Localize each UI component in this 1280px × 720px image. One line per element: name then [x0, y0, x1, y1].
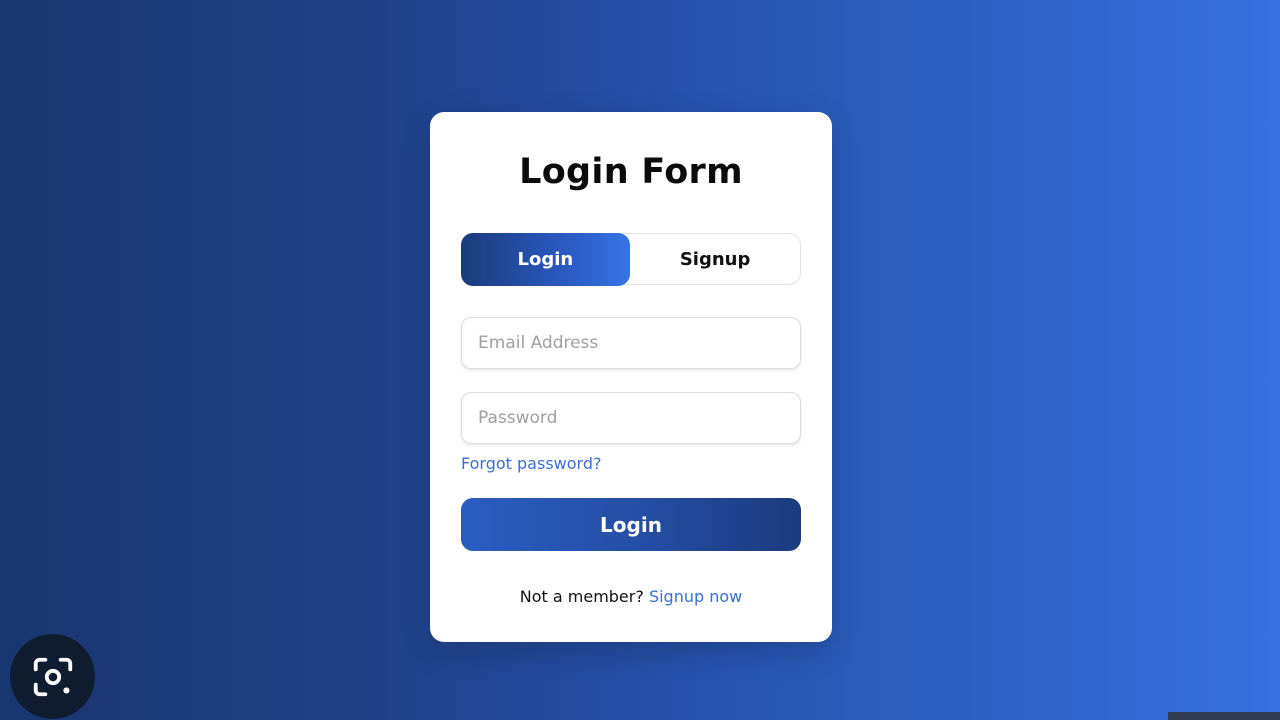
login-card: Login Form Login Signup Forgot password?…: [430, 112, 832, 642]
signup-now-link[interactable]: Signup now: [649, 587, 742, 606]
login-submit-button[interactable]: Login: [461, 498, 801, 551]
forgot-password-link[interactable]: Forgot password?: [461, 454, 601, 473]
password-field[interactable]: [461, 392, 801, 444]
tab-login[interactable]: Login: [460, 232, 631, 286]
email-field[interactable]: [461, 317, 801, 369]
camera-lens-search-icon: [33, 657, 72, 696]
signup-prompt: Not a member? Signup now: [430, 587, 832, 606]
auth-tab-switch: Login Signup: [460, 232, 801, 286]
corner-bar: [1168, 712, 1280, 720]
lens-search-button[interactable]: [10, 634, 95, 719]
signup-prompt-text: Not a member?: [519, 587, 644, 606]
tab-signup[interactable]: Signup: [630, 234, 800, 284]
form-title: Login Form: [519, 152, 743, 192]
